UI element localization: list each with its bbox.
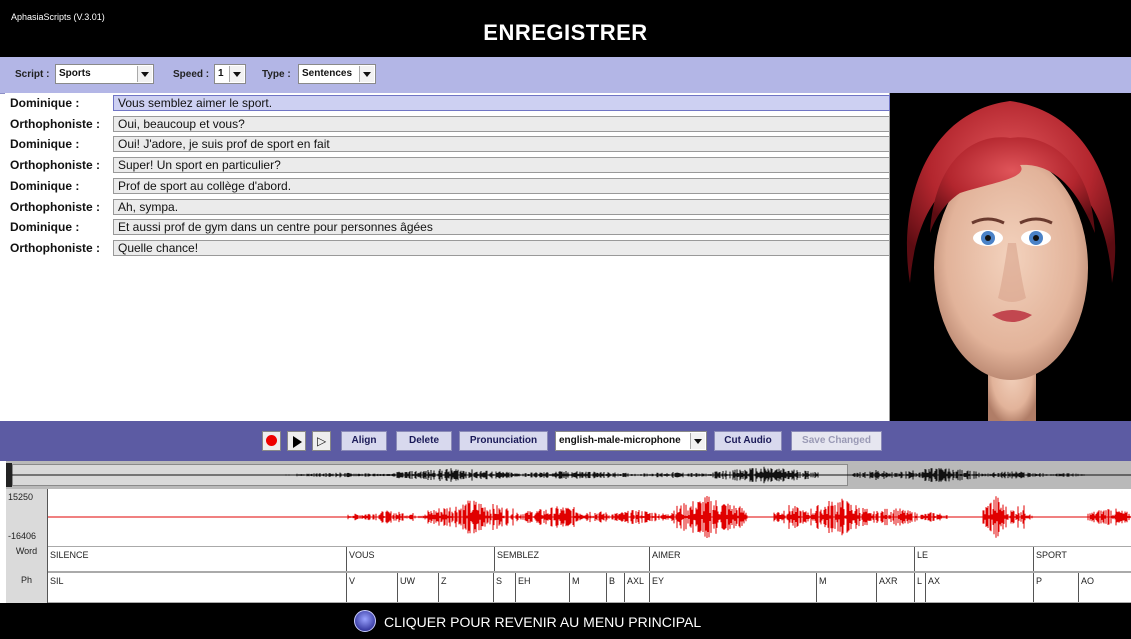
phoneme-segment[interactable]: M: [569, 573, 606, 602]
dialogue-speaker: Orthophoniste :: [10, 240, 100, 255]
speed-select[interactable]: 1: [214, 64, 246, 84]
word-segment[interactable]: AIMER: [649, 547, 914, 571]
detail-wave-path: [47, 495, 1131, 539]
dialogue-speaker: Orthophoniste :: [10, 199, 100, 214]
word-tier-label: Word: [6, 546, 48, 572]
record-icon: [266, 435, 277, 446]
amplitude-max: 15250: [8, 492, 34, 502]
script-toolbar: [0, 57, 1131, 94]
word-label: Word: [15, 546, 38, 556]
delete-button[interactable]: Delete: [396, 431, 452, 451]
overview-wave-trace: [6, 466, 1131, 484]
phoneme-segment[interactable]: SIL: [48, 573, 346, 602]
word-tier[interactable]: SILENCE VOUS SEMBLEZ AIMER LE SPORT: [48, 546, 1131, 572]
detail-wave-trace: [47, 495, 1131, 539]
phoneme-segment[interactable]: B: [606, 573, 624, 602]
dialogue-line[interactable]: Oui, beaucoup et vous?: [113, 115, 890, 132]
chevron-down-icon[interactable]: [690, 433, 705, 449]
phoneme-segment[interactable]: Z: [438, 573, 493, 602]
phoneme-segment[interactable]: AXL: [624, 573, 649, 602]
avatar-face: [906, 101, 1116, 421]
dialogue-speaker: Orthophoniste :: [10, 116, 100, 131]
dialogue-speaker: Orthophoniste :: [10, 158, 100, 173]
phoneme-segment[interactable]: AXR: [876, 573, 914, 602]
word-segment[interactable]: LE: [914, 547, 1033, 571]
back-to-menu-link[interactable]: CLIQUER POUR REVENIR AU MENU PRINCIPAL: [384, 614, 701, 630]
play-icon: [293, 436, 302, 448]
play-button[interactable]: [287, 431, 306, 451]
dialogue-speaker: Dominique :: [10, 220, 80, 235]
dialogue-line[interactable]: Et aussi prof de gym dans un centre pour…: [113, 219, 890, 236]
script-label: Script :: [15, 69, 50, 80]
phoneme-tier-label: Ph: [6, 572, 48, 603]
voice-value: english-male-microphone: [559, 435, 681, 446]
amplitude-axis: 15250 -16406: [6, 489, 48, 546]
dialogue-line[interactable]: Oui! J'adore, je suis prof de sport en f…: [113, 136, 890, 153]
phoneme-segment[interactable]: UW: [397, 573, 438, 602]
amplitude-min: -16406: [8, 531, 37, 541]
phoneme-segment[interactable]: AX: [925, 573, 1033, 602]
word-segment[interactable]: SILENCE: [48, 547, 346, 571]
script-value: Sports: [59, 68, 91, 79]
record-button[interactable]: [262, 431, 281, 451]
phoneme-segment[interactable]: V: [346, 573, 397, 602]
dialogue-line[interactable]: Quelle chance!: [113, 239, 890, 256]
dialogue-panel: Dominique : Vous semblez aimer le sport. O…: [5, 93, 890, 421]
phoneme-segment[interactable]: P: [1033, 573, 1078, 602]
play-outline-icon: ▷: [317, 434, 327, 448]
dialogue-speaker: Dominique :: [10, 96, 80, 110]
chevron-down-icon[interactable]: [359, 66, 374, 82]
script-select[interactable]: Sports: [55, 64, 154, 84]
phoneme-segment[interactable]: EH: [515, 573, 569, 602]
phoneme-segment[interactable]: L: [914, 573, 925, 602]
overview-wave-path: [6, 466, 1131, 484]
detail-waveform[interactable]: [47, 489, 1131, 546]
speed-label: Speed :: [173, 69, 210, 80]
dialogue-line[interactable]: Vous semblez aimer le sport.: [113, 95, 890, 111]
type-value: Sentences: [302, 68, 353, 79]
voice-select[interactable]: english-male-microphone: [555, 431, 707, 451]
save-changed-button[interactable]: Save Changed: [791, 431, 882, 451]
word-segment[interactable]: VOUS: [346, 547, 494, 571]
ph-label: Ph: [20, 575, 32, 585]
chevron-down-icon[interactable]: [229, 66, 244, 82]
phoneme-segment[interactable]: S: [493, 573, 515, 602]
type-label: Type :: [262, 69, 291, 80]
dialogue-line[interactable]: Ah, sympa.: [113, 198, 890, 215]
play-selection-button[interactable]: ▷: [312, 431, 331, 451]
phoneme-tier[interactable]: SIL V UW Z S EH M B AXL EY M AXR L AX P AO: [48, 572, 1131, 603]
chevron-down-icon[interactable]: [137, 66, 152, 82]
phoneme-segment[interactable]: EY: [649, 573, 816, 602]
dialogue-line[interactable]: Super! Un sport en particulier?: [113, 157, 890, 174]
speed-value: 1: [218, 68, 224, 79]
avatar-panel: [890, 93, 1131, 421]
dialogue-speaker: Dominique :: [10, 137, 80, 152]
phoneme-segment[interactable]: M: [816, 573, 876, 602]
dialogue-line[interactable]: Prof de sport au collège d'abord.: [113, 177, 890, 194]
overview-waveform[interactable]: [6, 461, 1131, 489]
back-menu-icon[interactable]: [354, 610, 376, 632]
type-select[interactable]: Sentences: [298, 64, 376, 84]
page-title: ENREGISTRER: [483, 20, 648, 45]
cut-audio-button[interactable]: Cut Audio: [714, 431, 782, 451]
dialogue-speaker: Dominique :: [10, 178, 80, 193]
phoneme-segment[interactable]: AO: [1078, 573, 1131, 602]
word-segment[interactable]: SEMBLEZ: [494, 547, 649, 571]
align-button[interactable]: Align: [341, 431, 387, 451]
word-segment[interactable]: SPORT: [1033, 547, 1131, 571]
pronunciation-button[interactable]: Pronunciation: [459, 431, 548, 451]
